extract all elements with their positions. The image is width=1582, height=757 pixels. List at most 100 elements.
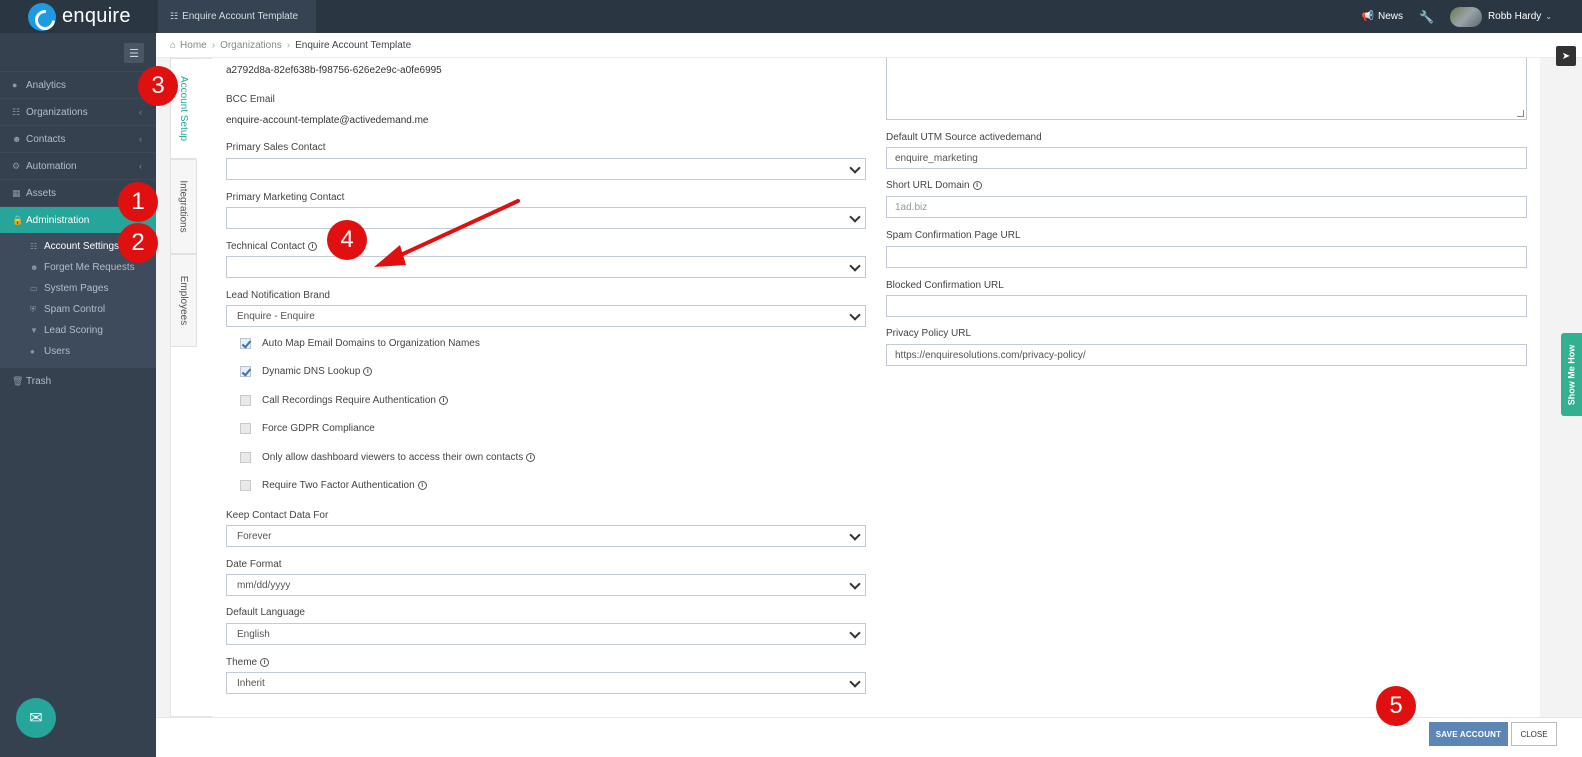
info-icon[interactable]: i (972, 180, 982, 190)
top-right-menu: 📢 News 🔧 Robb Hardy ⌄ (1362, 0, 1552, 33)
checkbox[interactable] (240, 452, 251, 463)
checkbox[interactable] (240, 423, 251, 434)
privacy-policy-input[interactable]: https://enquiresolutions.com/privacy-pol… (886, 344, 1527, 366)
info-icon[interactable]: i (363, 367, 373, 376)
checkbox-dynamic-dns[interactable]: Dynamic DNS Lookup i (240, 366, 373, 377)
chevron-down-icon (849, 578, 861, 590)
sidebar-subitem-spam-control[interactable]: ⛨ Spam Control (0, 299, 156, 320)
primary-marketing-select[interactable] (226, 207, 866, 229)
breadcrumb-current: Enquire Account Template (295, 39, 412, 51)
news-link[interactable]: 📢 News (1362, 11, 1403, 22)
checkbox[interactable] (240, 338, 251, 349)
breadcrumb-separator: › (211, 39, 216, 51)
technical-contact-select[interactable] (226, 256, 866, 278)
label-text: Technical Contact (226, 241, 305, 252)
checkbox-two-factor[interactable]: Require Two Factor Authentication i (240, 480, 427, 491)
checkbox-auto-map[interactable]: Auto Map Email Domains to Organization N… (240, 338, 480, 349)
primary-sales-select[interactable] (226, 158, 866, 180)
default-language-select[interactable]: English (226, 623, 866, 645)
filter-icon: ▼ (30, 326, 38, 335)
user-name[interactable]: Robb Hardy (1488, 11, 1541, 22)
info-icon[interactable]: i (439, 396, 448, 405)
checkbox[interactable] (240, 480, 251, 491)
technical-contact-label: Technical Contact i (226, 241, 317, 252)
info-icon[interactable]: i (307, 241, 317, 251)
privacy-policy-label: Privacy Policy URL (886, 328, 972, 339)
tab-integrations[interactable]: Integrations (170, 159, 197, 254)
sidebar-item-automation[interactable]: ⚙ Automation ‹ (0, 152, 156, 179)
home-icon: ⌂ (170, 39, 177, 51)
theme-label: Theme i (226, 657, 270, 668)
close-button[interactable]: CLOSE (1511, 722, 1557, 746)
blocked-confirmation-input[interactable] (886, 295, 1527, 317)
select-value: English (237, 628, 270, 640)
tab-label: Account Setup (178, 75, 190, 142)
notes-textarea[interactable] (886, 58, 1527, 120)
sidebar-subitem-system-pages[interactable]: ▭ System Pages (0, 278, 156, 299)
sidebar-subitem-label: Spam Control (44, 304, 106, 315)
info-icon[interactable]: i (417, 481, 427, 490)
tab-employees[interactable]: Employees (170, 254, 197, 347)
tab-label: Integrations (178, 180, 190, 233)
avatar[interactable] (1449, 6, 1482, 27)
info-icon[interactable]: i (260, 657, 270, 667)
short-url-input[interactable]: 1ad.biz (886, 196, 1527, 218)
keep-data-select[interactable]: Forever (226, 525, 866, 547)
collapse-panel-icon[interactable]: ➤ (1556, 46, 1576, 66)
spam-confirmation-label: Spam Confirmation Page URL (886, 230, 1021, 241)
chevron-left-icon: ‹ (139, 161, 142, 171)
users-icon: ☻ (12, 134, 22, 144)
sidebar-item-organizations[interactable]: ☷ Organizations ‹ (0, 98, 156, 125)
checkbox-label: Dynamic DNS Lookup (262, 366, 361, 377)
date-format-select[interactable]: mm/dd/yyyy (226, 574, 866, 596)
annotation-badge-1: 1 (118, 182, 158, 222)
select-value: Enquire - Enquire (237, 310, 315, 322)
account-id: a2792d8a-82ef638b-f98756-626e2e9c-a0fe69… (226, 65, 442, 76)
sidebar-subitem-lead-scoring[interactable]: ▼ Lead Scoring (0, 320, 156, 341)
news-label: News (1377, 11, 1403, 22)
chevron-down-icon (849, 162, 861, 174)
breadcrumb-home[interactable]: Home (180, 40, 207, 51)
info-icon[interactable]: i (526, 453, 536, 462)
date-format-label: Date Format (226, 559, 282, 570)
save-account-button[interactable]: SAVE ACCOUNT (1429, 722, 1508, 746)
show-me-how-button[interactable]: Show Me How (1561, 333, 1582, 416)
annotation-badge-2: 2 (118, 223, 158, 263)
sidebar-item-label: Administration (26, 214, 90, 226)
brand[interactable]: enquire (0, 0, 156, 33)
sitemap-icon: ☷ (30, 242, 38, 251)
sidebar-item-label: Assets (26, 187, 57, 199)
sidebar-subitem-label: Lead Scoring (44, 325, 103, 336)
checkbox-dashboard-viewers[interactable]: Only allow dashboard viewers to access t… (240, 452, 536, 463)
select-value: mm/dd/yyyy (237, 579, 291, 591)
sidebar-subitem-users[interactable]: ● Users (0, 341, 156, 362)
user-icon: ● (30, 347, 35, 356)
analytics-icon: ● (12, 80, 18, 90)
sidebar-item-analytics[interactable]: ● Analytics (0, 71, 156, 98)
checkbox-gdpr[interactable]: Force GDPR Compliance (240, 423, 375, 434)
chevron-down-icon (849, 676, 861, 688)
top-tab-account[interactable]: ☷ Enquire Account Template (158, 0, 316, 33)
hamburger-menu-icon[interactable]: ☰ (124, 43, 144, 63)
theme-select[interactable]: Inherit (226, 672, 866, 694)
checkbox-call-recordings[interactable]: Call Recordings Require Authentication i (240, 395, 448, 406)
wrench-icon[interactable]: 🔧 (1419, 10, 1434, 24)
lead-brand-select[interactable]: Enquire - Enquire (226, 305, 866, 327)
chevron-down-icon[interactable]: ⌄ (1545, 12, 1552, 21)
annotation-badge-4: 4 (327, 220, 367, 260)
sidebar-item-contacts[interactable]: ☻ Contacts ‹ (0, 125, 156, 152)
checkbox[interactable] (240, 366, 251, 377)
annotation-badge-3: 3 (138, 66, 178, 106)
user-minus-icon: ☻ (30, 263, 39, 272)
utm-source-input[interactable]: enquire_marketing (886, 147, 1527, 169)
annotation-arrow (374, 199, 520, 267)
tab-label: Employees (178, 275, 189, 326)
checkbox-label: Only allow dashboard viewers to access t… (262, 452, 524, 463)
brand-name: enquire (62, 5, 131, 27)
sidebar-item-trash[interactable]: 🗑 Trash (0, 367, 156, 394)
breadcrumb-organizations[interactable]: Organizations (220, 40, 282, 51)
spam-confirmation-input[interactable] (886, 246, 1527, 268)
bcc-email-label: BCC Email (226, 94, 275, 105)
chat-icon[interactable]: ✉ (16, 698, 56, 738)
checkbox[interactable] (240, 395, 251, 406)
